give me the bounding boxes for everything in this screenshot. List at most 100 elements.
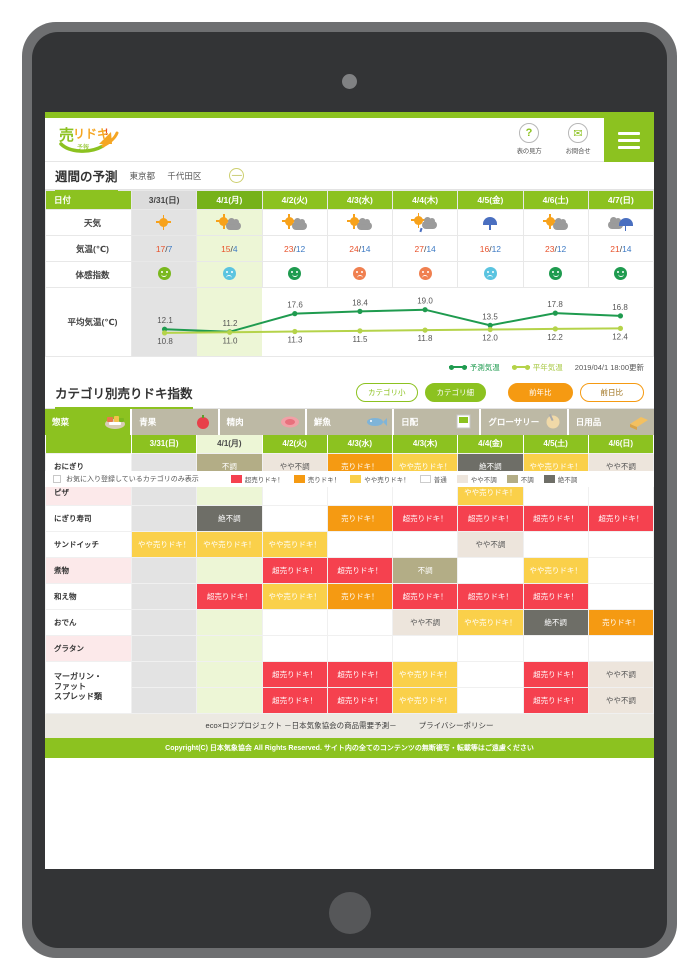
last-updated-text: 2019/04/1 18:00更新 <box>574 362 644 372</box>
help-label: 表の見方 <box>516 148 542 155</box>
legend-label: 絶不調 <box>557 476 578 484</box>
category-fine-button[interactable]: カテゴリ細 <box>424 383 486 402</box>
weather-date-7[interactable]: 4/7(日) <box>587 190 654 210</box>
weather-date-6[interactable]: 4/6(土) <box>522 190 589 210</box>
temp-low: 14 <box>622 243 632 254</box>
tab-produce[interactable]: 青果 <box>132 409 220 435</box>
tab-label: 鮮魚 <box>313 417 331 427</box>
category-button-group: カテゴリ小 カテゴリ細 前年比 前日比 <box>356 383 644 402</box>
comfort-cell-6 <box>522 261 589 288</box>
weather-comfort-row: 体感指数 <box>45 261 654 288</box>
site-logo[interactable]: 売 リドキ ! 予報 <box>55 122 141 158</box>
cat-date-3[interactable]: 4/3(水) <box>327 435 394 453</box>
tab-fish[interactable]: 鮮魚 <box>306 409 395 435</box>
svg-text:11.3: 11.3 <box>288 336 304 345</box>
temp-cell-4: 27/14 <box>391 235 459 262</box>
cat-date-4[interactable]: 4/3(木) <box>392 435 459 453</box>
temp-cell-0: 17/7 <box>130 235 198 262</box>
tablet-device-frame: 売 リドキ ! 予報 ? 表の見方 ✉ お問合せ 週間の予測 東京都 千代田区 … <box>22 22 677 958</box>
tab-meat[interactable]: 精肉 <box>219 409 307 435</box>
tab-label: 日配 <box>401 417 419 427</box>
tab-household[interactable]: 日用品 <box>568 409 654 435</box>
temp-low: 14 <box>426 243 436 254</box>
temp-low: 14 <box>361 243 371 254</box>
collapse-toggle-icon[interactable]: — <box>229 168 245 183</box>
dod-button[interactable]: 前日比 <box>579 383 644 402</box>
hamburger-line <box>618 138 640 142</box>
legend-label: 普通 <box>433 476 447 484</box>
category-small-button[interactable]: カテゴリ小 <box>356 383 418 402</box>
yoy-button[interactable]: 前年比 <box>508 383 573 402</box>
comfort-cell-2 <box>261 261 328 288</box>
favorite-filter-checkbox[interactable] <box>53 474 61 483</box>
legend-item: やや売りドキ！ <box>350 474 410 484</box>
weather-date-5[interactable]: 4/5(金) <box>457 190 524 210</box>
deli-icon <box>105 416 126 429</box>
weather-icon-cell-1 <box>196 209 263 236</box>
svg-text:売: 売 <box>59 126 74 144</box>
legend-swatch <box>230 474 242 483</box>
cat-date-0[interactable]: 3/31(日) <box>131 435 198 453</box>
svg-text:11.5: 11.5 <box>353 335 369 344</box>
tab-daily[interactable]: 日配 <box>394 409 482 435</box>
tab-deli[interactable]: 惣菜 <box>45 409 133 435</box>
weather-icon-cell-0 <box>130 209 198 236</box>
sunny-cloudy-icon <box>345 213 375 232</box>
tab-label: グローサリー <box>488 417 540 427</box>
temp-low: 12 <box>491 243 502 254</box>
weather-icon-cell-3 <box>326 209 394 236</box>
header-icon-group: ? 表の見方 ✉ お問合せ <box>511 123 596 155</box>
comfort-cell-7 <box>587 261 654 288</box>
legend-label: やや売りドキ！ <box>364 476 410 484</box>
frown-face-icon <box>483 267 497 280</box>
weather-date-header-row: 日付 3/31(日) 4/1(月) 4/2(火) 4/3(水) 4/4(木) 4… <box>45 190 654 210</box>
tab-grocery[interactable]: グローサリー <box>481 409 569 435</box>
temp-cell-5: 16/12 <box>457 235 524 262</box>
front-camera-icon <box>342 74 357 89</box>
cat-date-2[interactable]: 4/2(火) <box>262 435 328 453</box>
weather-icon-row: 天気 <box>45 209 654 236</box>
weather-date-1[interactable]: 4/1(月) <box>196 190 263 210</box>
hamburger-menu-button[interactable] <box>604 118 654 162</box>
footer-link-project[interactable]: eco×ロジプロジェクト －日本気象協会の商品需要予測－ <box>206 720 397 731</box>
legend-filter-row: お気に入り登録しているカテゴリのみ表示 超売りドキ！ 売りドキ！ やや売りドキ！ 普通… <box>45 470 654 487</box>
svg-text:12.1: 12.1 <box>157 316 173 325</box>
avg-temp-line-chart: 12.1 11.2 17.6 18.4 19.0 13.5 17.8 16.8 10.8 11.0… <box>131 287 654 357</box>
category-section-header: カテゴリ別売りドキ指数 カテゴリ小 カテゴリ細 前年比 前日比 <box>45 377 654 410</box>
temp-cell-3: 24/14 <box>326 235 394 262</box>
category-tabs: 惣菜 青果 精肉 鮮魚 日配 グローサリー 日用品 <box>45 409 654 435</box>
svg-text:11.0: 11.0 <box>223 336 239 345</box>
home-button[interactable] <box>328 892 371 934</box>
fish-icon <box>367 418 388 426</box>
cat-date-6[interactable]: 4/5(土) <box>523 435 589 453</box>
status-legend: 超売りドキ！ 売りドキ！ やや売りドキ！ 普通 やや不調 不調 絶不調 <box>221 474 578 484</box>
cat-date-1[interactable]: 4/1(月) <box>196 435 263 453</box>
svg-text:16.8: 16.8 <box>612 303 628 312</box>
legend-item: 超売りドキ！ <box>230 474 284 484</box>
temp-high: 23 <box>544 243 555 254</box>
sunny-cloudy-icon <box>280 213 310 232</box>
weather-date-3[interactable]: 4/3(水) <box>326 190 394 210</box>
row-label-temp: 気温(℃) <box>45 235 132 262</box>
comfort-cell-0 <box>130 261 198 288</box>
hamburger-line <box>618 131 640 135</box>
legend-item: 普通 <box>419 474 447 484</box>
row-label-avgtemp: 平均気温(℃) <box>45 287 132 357</box>
chart-legend-row: 予測気温 平年気温 2019/04/1 18:00更新 <box>45 357 654 377</box>
weather-date-4[interactable]: 4/4(木) <box>391 190 459 210</box>
region-prefecture: 東京都 <box>129 170 156 181</box>
cat-date-5[interactable]: 4/4(金) <box>457 435 524 453</box>
region-ward: 千代田区 <box>167 170 202 181</box>
svg-text:12.2: 12.2 <box>547 333 563 342</box>
contact-button[interactable]: ✉ お問合せ <box>560 123 596 155</box>
help-button[interactable]: ? 表の見方 <box>511 123 547 155</box>
weather-date-2[interactable]: 4/2(火) <box>261 190 328 210</box>
svg-text:17.8: 17.8 <box>547 300 563 309</box>
temp-low: 12 <box>295 243 306 254</box>
cat-date-7[interactable]: 4/6(日) <box>588 435 654 453</box>
temp-low: 12 <box>556 243 567 254</box>
footer-link-privacy[interactable]: プライバシーポリシー <box>419 720 494 731</box>
weather-date-0[interactable]: 3/31(日) <box>130 190 198 210</box>
legend-item: 売りドキ！ <box>293 474 340 484</box>
temp-cell-6: 23/12 <box>522 235 589 262</box>
